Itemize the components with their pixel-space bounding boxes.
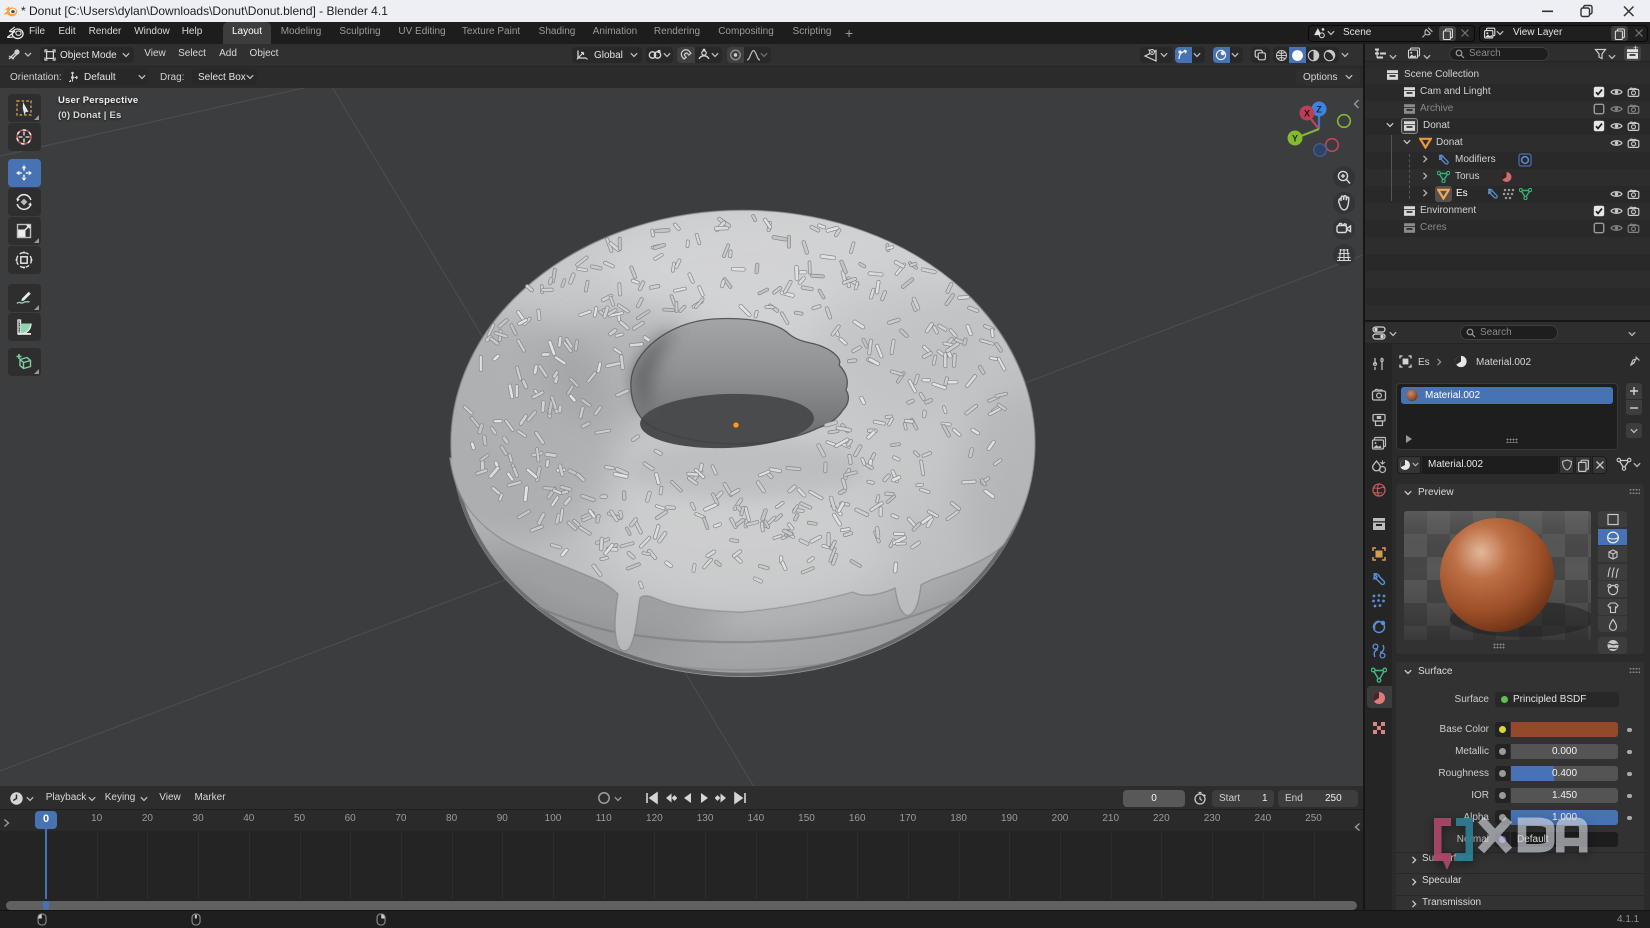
svg-text:Y: Y (1292, 134, 1298, 144)
svg-text:Z: Z (1316, 105, 1322, 115)
svg-text:X: X (1304, 109, 1310, 119)
